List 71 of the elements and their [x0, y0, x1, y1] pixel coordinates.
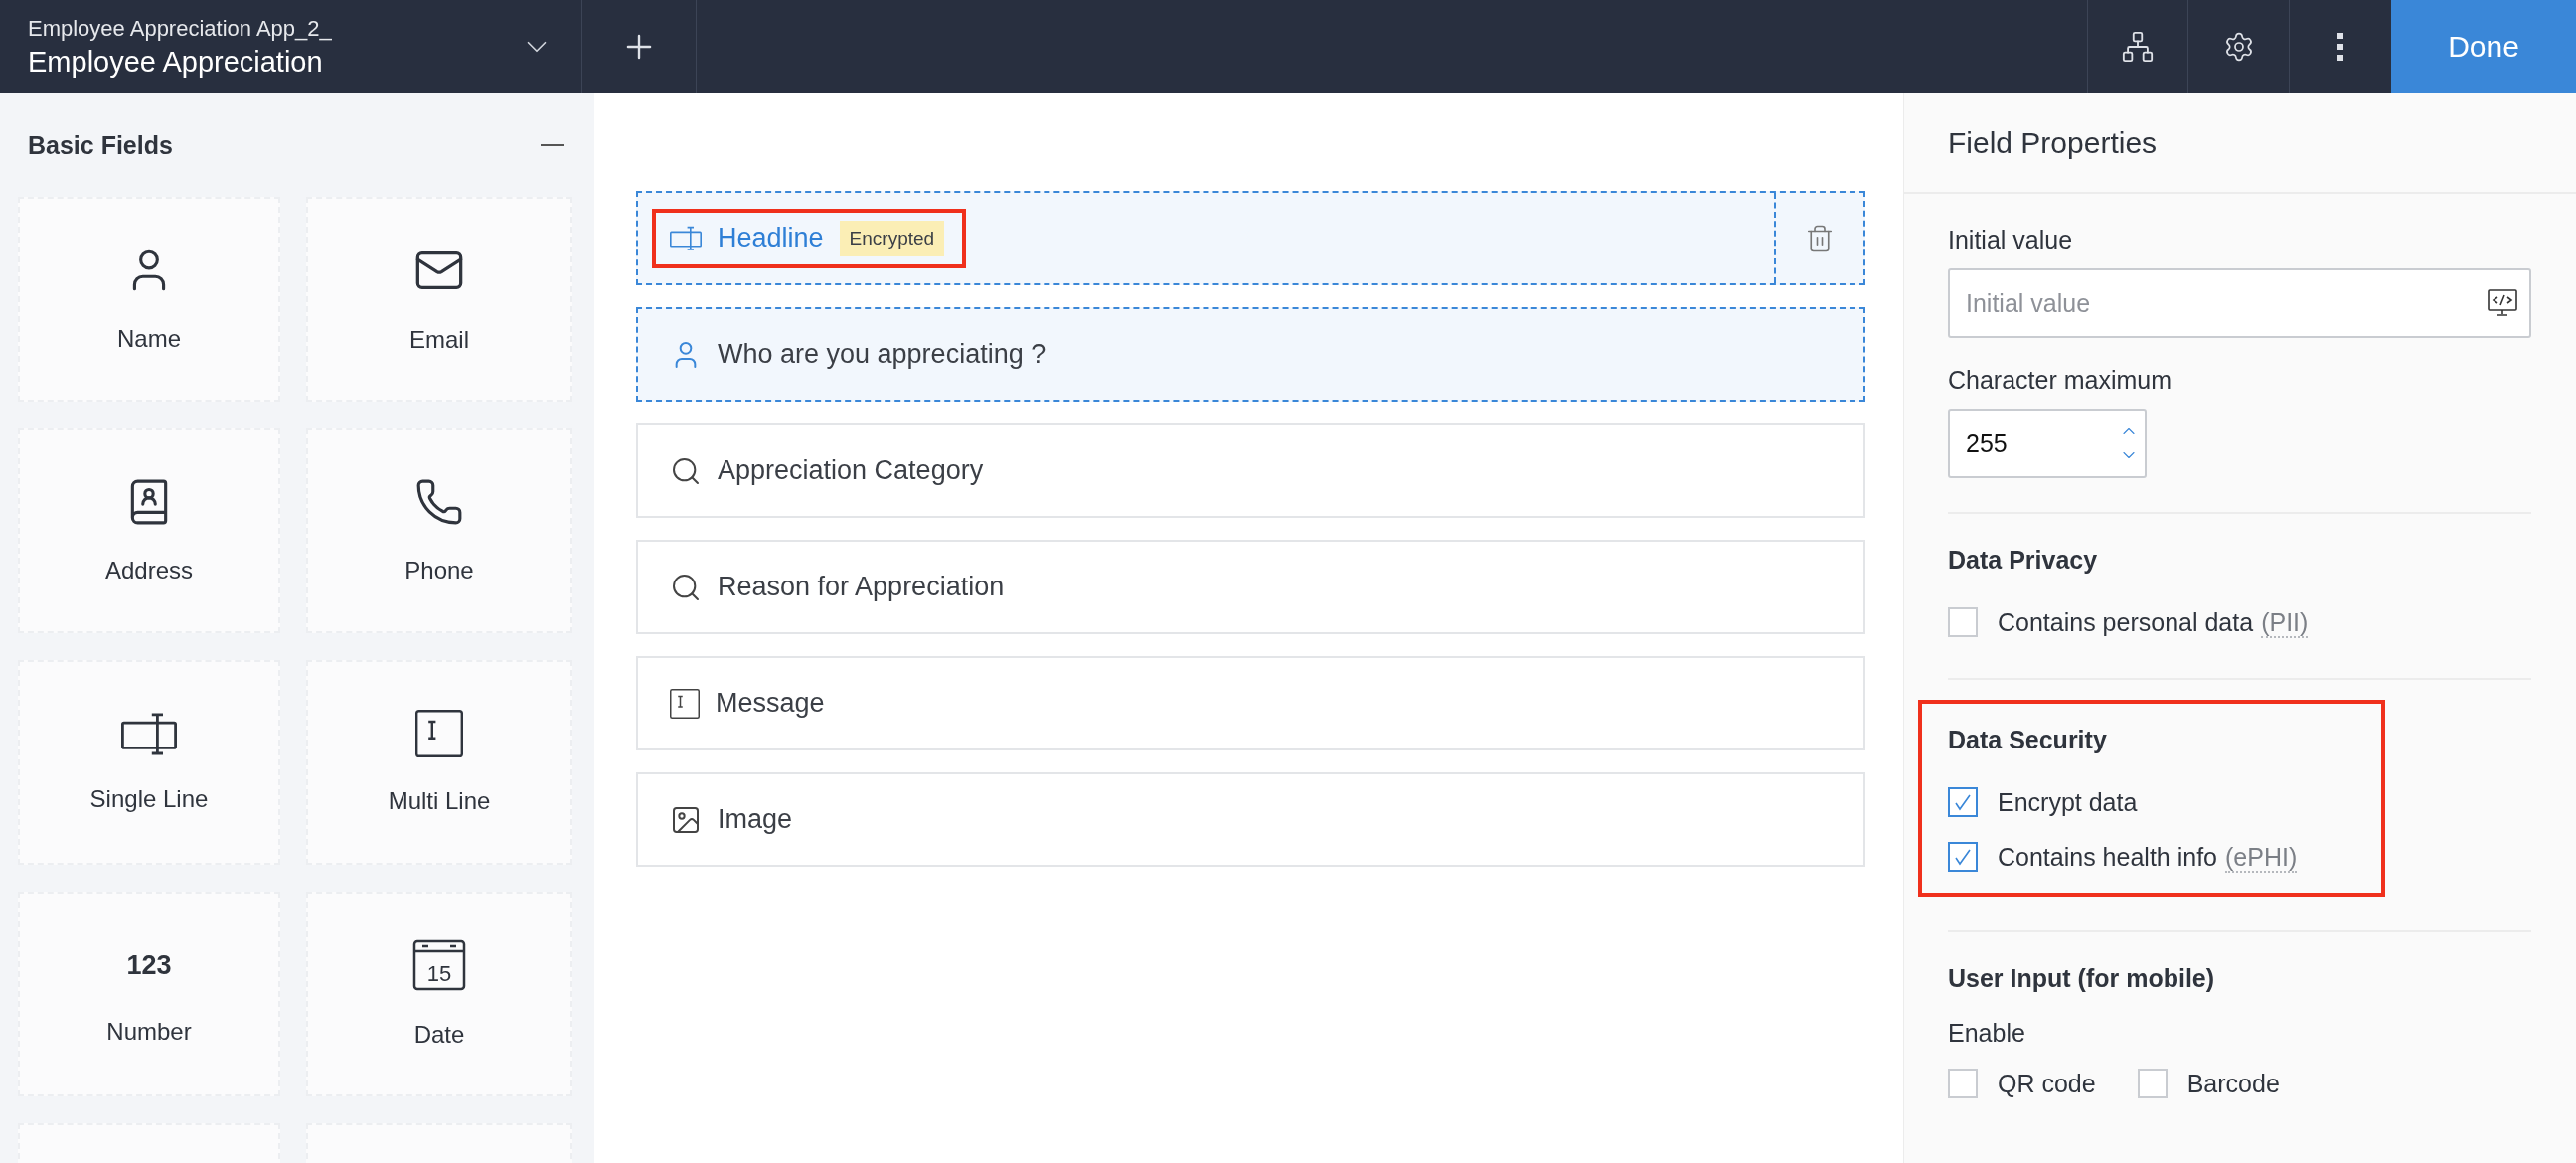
checkbox[interactable]	[1948, 842, 1978, 872]
calendar-icon: 15	[412, 939, 466, 991]
number-field[interactable]: 255	[1948, 409, 2147, 478]
checkbox-option[interactable]: QR code	[1948, 1062, 2096, 1105]
checkbox-label: Contains personal data (PII)	[1998, 607, 2309, 637]
form-field-row[interactable]: Who are you appreciating ?	[636, 307, 1865, 402]
field-card-label: Number	[106, 1018, 192, 1046]
form-field-row[interactable]: Reason for Appreciation	[636, 540, 1865, 634]
checkbox-option[interactable]: Barcode	[2137, 1062, 2280, 1105]
section-title: User Input (for mobile)	[1948, 964, 2216, 993]
checkbox-option[interactable]: Contains personal data (PII)	[1948, 600, 2531, 644]
field-card[interactable]: Multi Line	[306, 660, 572, 865]
field-card[interactable]: 15 Date	[306, 892, 572, 1096]
form-title: Employee Appreciation	[28, 45, 324, 79]
section-title: Basic Fields	[28, 130, 173, 160]
text-field-icon	[121, 711, 177, 756]
field-label: Enable	[1948, 1019, 2026, 1048]
checkbox[interactable]	[2137, 1069, 2168, 1098]
field-card[interactable]: Single Line	[18, 660, 280, 865]
field-label: Message	[716, 688, 825, 719]
field-card-label: Email	[409, 326, 469, 354]
number-icon: 123	[126, 942, 172, 988]
phone-icon	[414, 477, 464, 527]
checkbox-option[interactable]: Contains health info (ePHI)	[1948, 835, 2351, 879]
field-card[interactable]: Address	[18, 428, 280, 633]
form-field-row[interactable]: Headline Encrypted	[636, 191, 1865, 285]
checkbox-label: Barcode	[2186, 1069, 2280, 1098]
field-label: Character maximum	[1948, 366, 2174, 395]
field-label: Headline	[718, 223, 824, 253]
trash-icon	[1805, 223, 1835, 253]
field-card-label: Phone	[404, 557, 474, 584]
checkbox-label: QR code	[1998, 1069, 2096, 1098]
initial-value-field[interactable]: Initial value	[1948, 268, 2531, 338]
field-card[interactable]: Email	[306, 197, 572, 402]
encrypted-badge: Encrypted	[839, 220, 945, 256]
checkbox[interactable]	[1948, 1069, 1978, 1098]
collapse-icon[interactable]	[541, 143, 564, 147]
field-card[interactable]: Phone	[306, 428, 572, 633]
done-button[interactable]: Done	[2391, 0, 2576, 93]
app-name: Employee Appreciation App_2_	[28, 15, 333, 42]
field-card-label: Multi Line	[388, 787, 491, 815]
checkbox-label: Encrypt data	[1998, 787, 2138, 817]
field-label: Who are you appreciating ?	[718, 339, 1046, 370]
checkbox[interactable]	[1948, 787, 1978, 817]
field-label: Reason for Appreciation	[718, 572, 1005, 602]
text-box-icon	[670, 688, 700, 719]
field-label: Appreciation Category	[718, 455, 984, 486]
form-field-row[interactable]: Appreciation Category	[636, 423, 1865, 518]
checkmark-icon	[1953, 847, 1973, 867]
checkbox-option[interactable]: Encrypt data	[1948, 780, 2351, 824]
field-card-label: Address	[104, 557, 193, 584]
field-label: Initial value	[1948, 226, 2074, 254]
panel-title: Field Properties	[1904, 93, 2576, 194]
field-card[interactable]: 123 Number	[18, 892, 280, 1096]
form-field-row[interactable]: Image	[636, 772, 1865, 867]
hierarchy-icon	[2121, 30, 2155, 64]
field-card-label: Date	[413, 1021, 465, 1049]
field-card-label: Name	[117, 325, 181, 353]
text-field-icon	[670, 225, 702, 251]
text-box-icon	[415, 710, 463, 757]
checkmark-icon	[1953, 792, 1973, 812]
checkbox[interactable]	[1948, 607, 1978, 637]
field-card[interactable]: Name	[18, 197, 280, 402]
checkbox-label: Contains health info (ePHI)	[1998, 842, 2298, 872]
section-title: Data Privacy	[1948, 546, 2099, 575]
field-label: Image	[718, 804, 793, 835]
field-card-label: Single Line	[89, 785, 209, 814]
code-monitor-icon[interactable]	[2488, 289, 2517, 317]
form-field-row[interactable]: Message	[636, 656, 1865, 750]
section-title: Data Security	[1948, 726, 2108, 754]
more-icon	[2337, 33, 2343, 61]
